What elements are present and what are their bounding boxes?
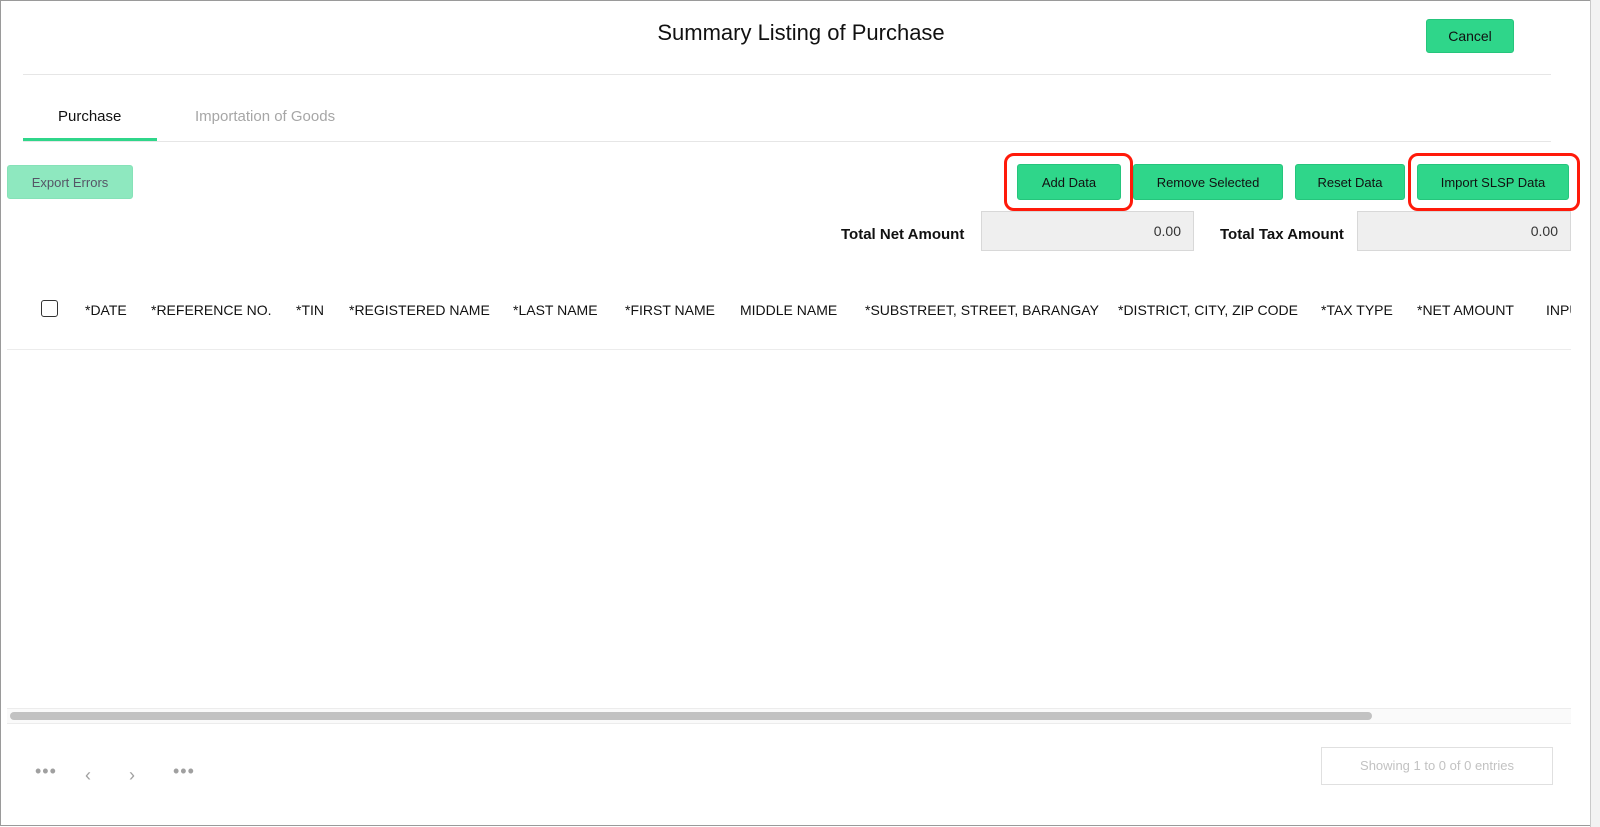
- cancel-button[interactable]: Cancel: [1426, 19, 1514, 53]
- chevron-right-icon[interactable]: ›: [129, 765, 135, 786]
- ellipsis-icon[interactable]: •••: [35, 761, 57, 782]
- tab-importation-of-goods[interactable]: Importation of Goods: [195, 108, 335, 125]
- purchase-summary-dialog: Summary Listing of Purchase Cancel Purch…: [0, 0, 1590, 826]
- table-header-divider: [7, 349, 1571, 350]
- reset-data-button[interactable]: Reset Data: [1295, 164, 1405, 200]
- total-tax-amount-field: 0.00: [1357, 211, 1571, 251]
- column-header-net-amount[interactable]: *NET AMOUNT: [1417, 302, 1514, 318]
- total-net-amount-label: Total Net Amount: [841, 226, 965, 243]
- column-header-tax-type[interactable]: *TAX TYPE: [1321, 302, 1393, 318]
- entries-info: Showing 1 to 0 of 0 entries: [1321, 747, 1553, 785]
- ellipsis-icon[interactable]: •••: [173, 761, 195, 782]
- tabs-divider: [23, 141, 1551, 142]
- select-all-checkbox[interactable]: [41, 300, 58, 317]
- page-edge: [1590, 0, 1600, 827]
- tab-purchase[interactable]: Purchase: [58, 108, 121, 125]
- column-header-date[interactable]: *DATE: [85, 302, 127, 318]
- remove-selected-button[interactable]: Remove Selected: [1133, 164, 1283, 200]
- column-header-substreet-street-barangay[interactable]: *SUBSTREET, STREET, BARANGAY: [865, 302, 1099, 318]
- column-header-last-name[interactable]: *LAST NAME: [513, 302, 598, 318]
- import-slsp-data-button[interactable]: Import SLSP Data: [1417, 164, 1569, 200]
- column-header-tin[interactable]: *TIN: [296, 302, 324, 318]
- column-header-district-city-zip[interactable]: *DISTRICT, CITY, ZIP CODE: [1118, 302, 1298, 318]
- column-header-registered-name[interactable]: *REGISTERED NAME: [349, 302, 490, 318]
- column-header-input-tax-truncated[interactable]: INPU: [1546, 302, 1571, 318]
- horizontal-scrollbar-thumb[interactable]: [10, 712, 1372, 720]
- add-data-button[interactable]: Add Data: [1017, 164, 1121, 200]
- chevron-left-icon[interactable]: ‹: [85, 765, 91, 786]
- dialog-title: Summary Listing of Purchase: [657, 20, 945, 45]
- total-tax-amount-label: Total Tax Amount: [1220, 226, 1344, 243]
- column-header-first-name[interactable]: *FIRST NAME: [625, 302, 715, 318]
- column-header-middle-name[interactable]: MIDDLE NAME: [740, 302, 837, 318]
- column-header-reference-no[interactable]: *REFERENCE NO.: [151, 302, 272, 318]
- export-errors-button[interactable]: Export Errors: [7, 165, 133, 199]
- header-divider: [23, 74, 1551, 75]
- total-net-amount-field: 0.00: [981, 211, 1194, 251]
